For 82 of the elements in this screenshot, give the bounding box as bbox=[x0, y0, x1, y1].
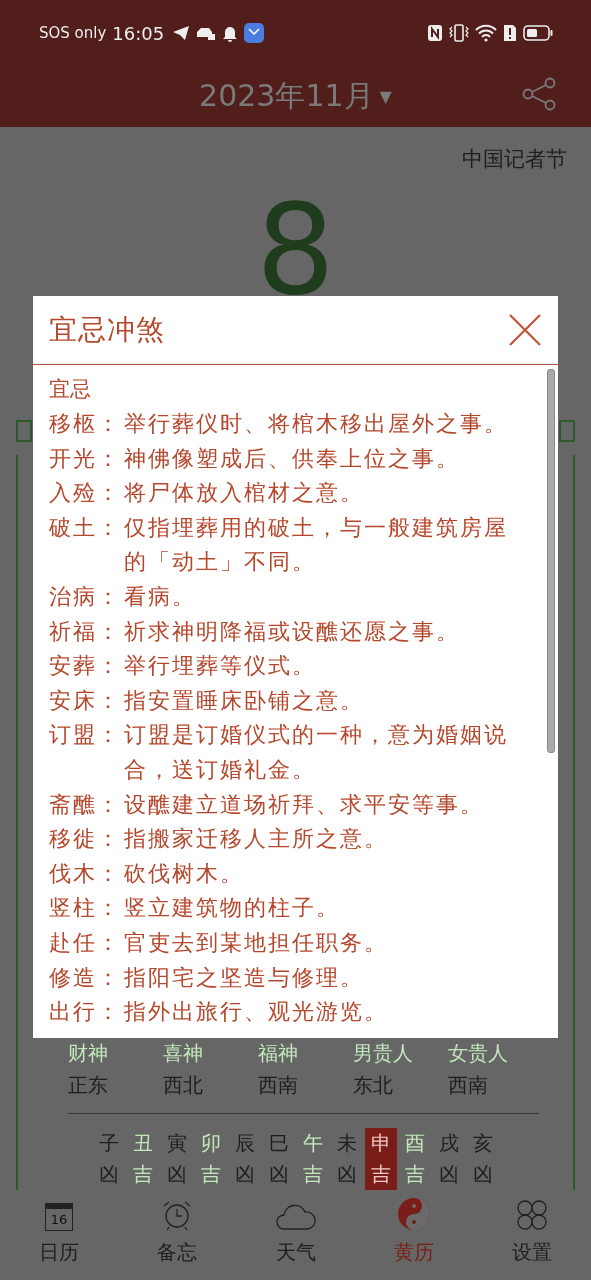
term-definition: 官吏去到某地担任职务。 bbox=[124, 928, 389, 957]
term-definition: 举行葬仪时、将棺木移出屋外之事。 bbox=[124, 410, 509, 438]
term-label: 安床： bbox=[49, 686, 122, 715]
term-definition: 将尸体放入棺材之意。 bbox=[124, 479, 365, 508]
nfc-icon bbox=[427, 24, 443, 42]
hour-cell[interactable]: 寅 凶 bbox=[160, 1128, 193, 1190]
deity-name: 财神 bbox=[68, 1040, 108, 1067]
carrier-text: SOS only bbox=[39, 24, 107, 42]
hour-cell[interactable]: 巳 凶 bbox=[262, 1128, 295, 1190]
deity-direction: 正东 bbox=[68, 1072, 108, 1099]
nav-tab[interactable]: 备忘 bbox=[118, 1190, 237, 1280]
hour-cell[interactable]: 辰 凶 bbox=[228, 1128, 261, 1190]
wifi-icon bbox=[475, 24, 497, 42]
term-label: 竖柱： bbox=[49, 894, 122, 923]
term-definition: 指安置睡床卧铺之意。 bbox=[124, 686, 365, 715]
term-label: 伐木： bbox=[49, 859, 122, 888]
dialog-title: 宜忌冲煞 bbox=[49, 312, 165, 348]
close-icon[interactable] bbox=[508, 313, 542, 347]
deity-name: 女贵人 bbox=[448, 1040, 508, 1067]
bell-icon bbox=[222, 24, 239, 42]
nav-tab[interactable]: 天气 bbox=[236, 1190, 355, 1280]
cloud-icon bbox=[275, 1203, 316, 1231]
hour-cell[interactable]: 丑 吉 bbox=[126, 1128, 159, 1190]
term-label: 斋醮： bbox=[49, 790, 122, 819]
term-definition: 指阳宅之坚造与修理。 bbox=[124, 963, 365, 992]
day-number: 8 bbox=[256, 188, 335, 312]
hour-cell[interactable]: 未 凶 bbox=[330, 1128, 363, 1190]
month-picker[interactable]: 2023年11月 ▼ bbox=[199, 76, 392, 117]
four-circles-icon bbox=[515, 1199, 548, 1231]
term-label: 破土： bbox=[49, 513, 122, 542]
vibrate-icon bbox=[449, 24, 469, 42]
calendar-icon: 16 bbox=[45, 1203, 74, 1231]
term-label: 祈福： bbox=[49, 617, 122, 646]
deity-direction: 东北 bbox=[353, 1072, 393, 1099]
term-definition: 订盟是订婚仪式的一种，意为婚姻说合，送订婚礼金。 bbox=[124, 721, 509, 784]
scrollbar-thumb[interactable] bbox=[547, 369, 555, 753]
nav-tab[interactable]: 16 日历 bbox=[0, 1190, 119, 1280]
share-icon[interactable] bbox=[521, 76, 557, 112]
app-icon bbox=[244, 23, 265, 43]
nav-tab[interactable]: 设置 bbox=[472, 1190, 591, 1280]
hour-cell[interactable]: 亥 凶 bbox=[466, 1128, 499, 1190]
term-definition: 祈求神明降福或设醮还愿之事。 bbox=[124, 617, 461, 646]
term-definition: 设醮建立道场祈拜、求平安等事。 bbox=[124, 790, 485, 819]
car-icon bbox=[196, 25, 217, 41]
nav-tab[interactable]: 黄历 bbox=[354, 1190, 473, 1280]
term-label: 订盟： bbox=[49, 721, 122, 750]
term-definition: 仅指埋葬用的破土，与一般建筑房屋的「动土」不同。 bbox=[124, 513, 509, 577]
section-heading: 宜忌 bbox=[49, 376, 92, 403]
hour-cell[interactable]: 申 吉 bbox=[364, 1128, 397, 1190]
hour-cell[interactable]: 午 吉 bbox=[296, 1128, 329, 1190]
term-definition: 看病。 bbox=[124, 582, 197, 611]
term-definition: 神佛像塑成后、供奉上位之事。 bbox=[124, 444, 461, 473]
term-label: 入殓： bbox=[49, 479, 122, 508]
deity-direction: 西南 bbox=[258, 1072, 298, 1099]
deity-name: 男贵人 bbox=[353, 1040, 413, 1067]
term-label: 移徙： bbox=[49, 825, 122, 854]
term-label: 赴任： bbox=[49, 928, 122, 957]
term-definition: 举行埋葬等仪式。 bbox=[124, 652, 317, 681]
deity-name: 福神 bbox=[258, 1040, 298, 1067]
term-definition: 指外出旅行、观光游览。 bbox=[124, 998, 389, 1027]
battery-icon bbox=[523, 24, 553, 42]
hour-cell[interactable]: 子 凶 bbox=[92, 1128, 125, 1190]
paper-plane-icon bbox=[172, 25, 191, 41]
sim-alert-icon bbox=[503, 24, 517, 42]
term-definition: 砍伐树木。 bbox=[124, 859, 245, 888]
term-label: 治病： bbox=[49, 582, 122, 611]
term-label: 出行： bbox=[49, 998, 122, 1027]
clock-time: 16:05 bbox=[112, 22, 165, 44]
hour-cell[interactable]: 戌 凶 bbox=[432, 1128, 465, 1190]
festival-name: 中国记者节 bbox=[462, 145, 567, 173]
yin-yang-icon bbox=[396, 1197, 431, 1231]
term-definition: 指搬家迁移人主所之意。 bbox=[124, 825, 389, 854]
deity-direction: 西南 bbox=[448, 1072, 488, 1099]
term-label: 安葬： bbox=[49, 652, 122, 681]
hour-cell[interactable]: 卯 吉 bbox=[194, 1128, 227, 1190]
term-label: 开光： bbox=[49, 444, 122, 473]
term-label: 修造： bbox=[49, 963, 122, 992]
hour-cell[interactable]: 酉 吉 bbox=[398, 1128, 431, 1190]
term-label: 移柩： bbox=[49, 410, 122, 438]
deity-direction: 西北 bbox=[163, 1072, 203, 1099]
term-definition: 竖立建筑物的柱子。 bbox=[124, 894, 341, 923]
deity-name: 喜神 bbox=[163, 1040, 203, 1067]
